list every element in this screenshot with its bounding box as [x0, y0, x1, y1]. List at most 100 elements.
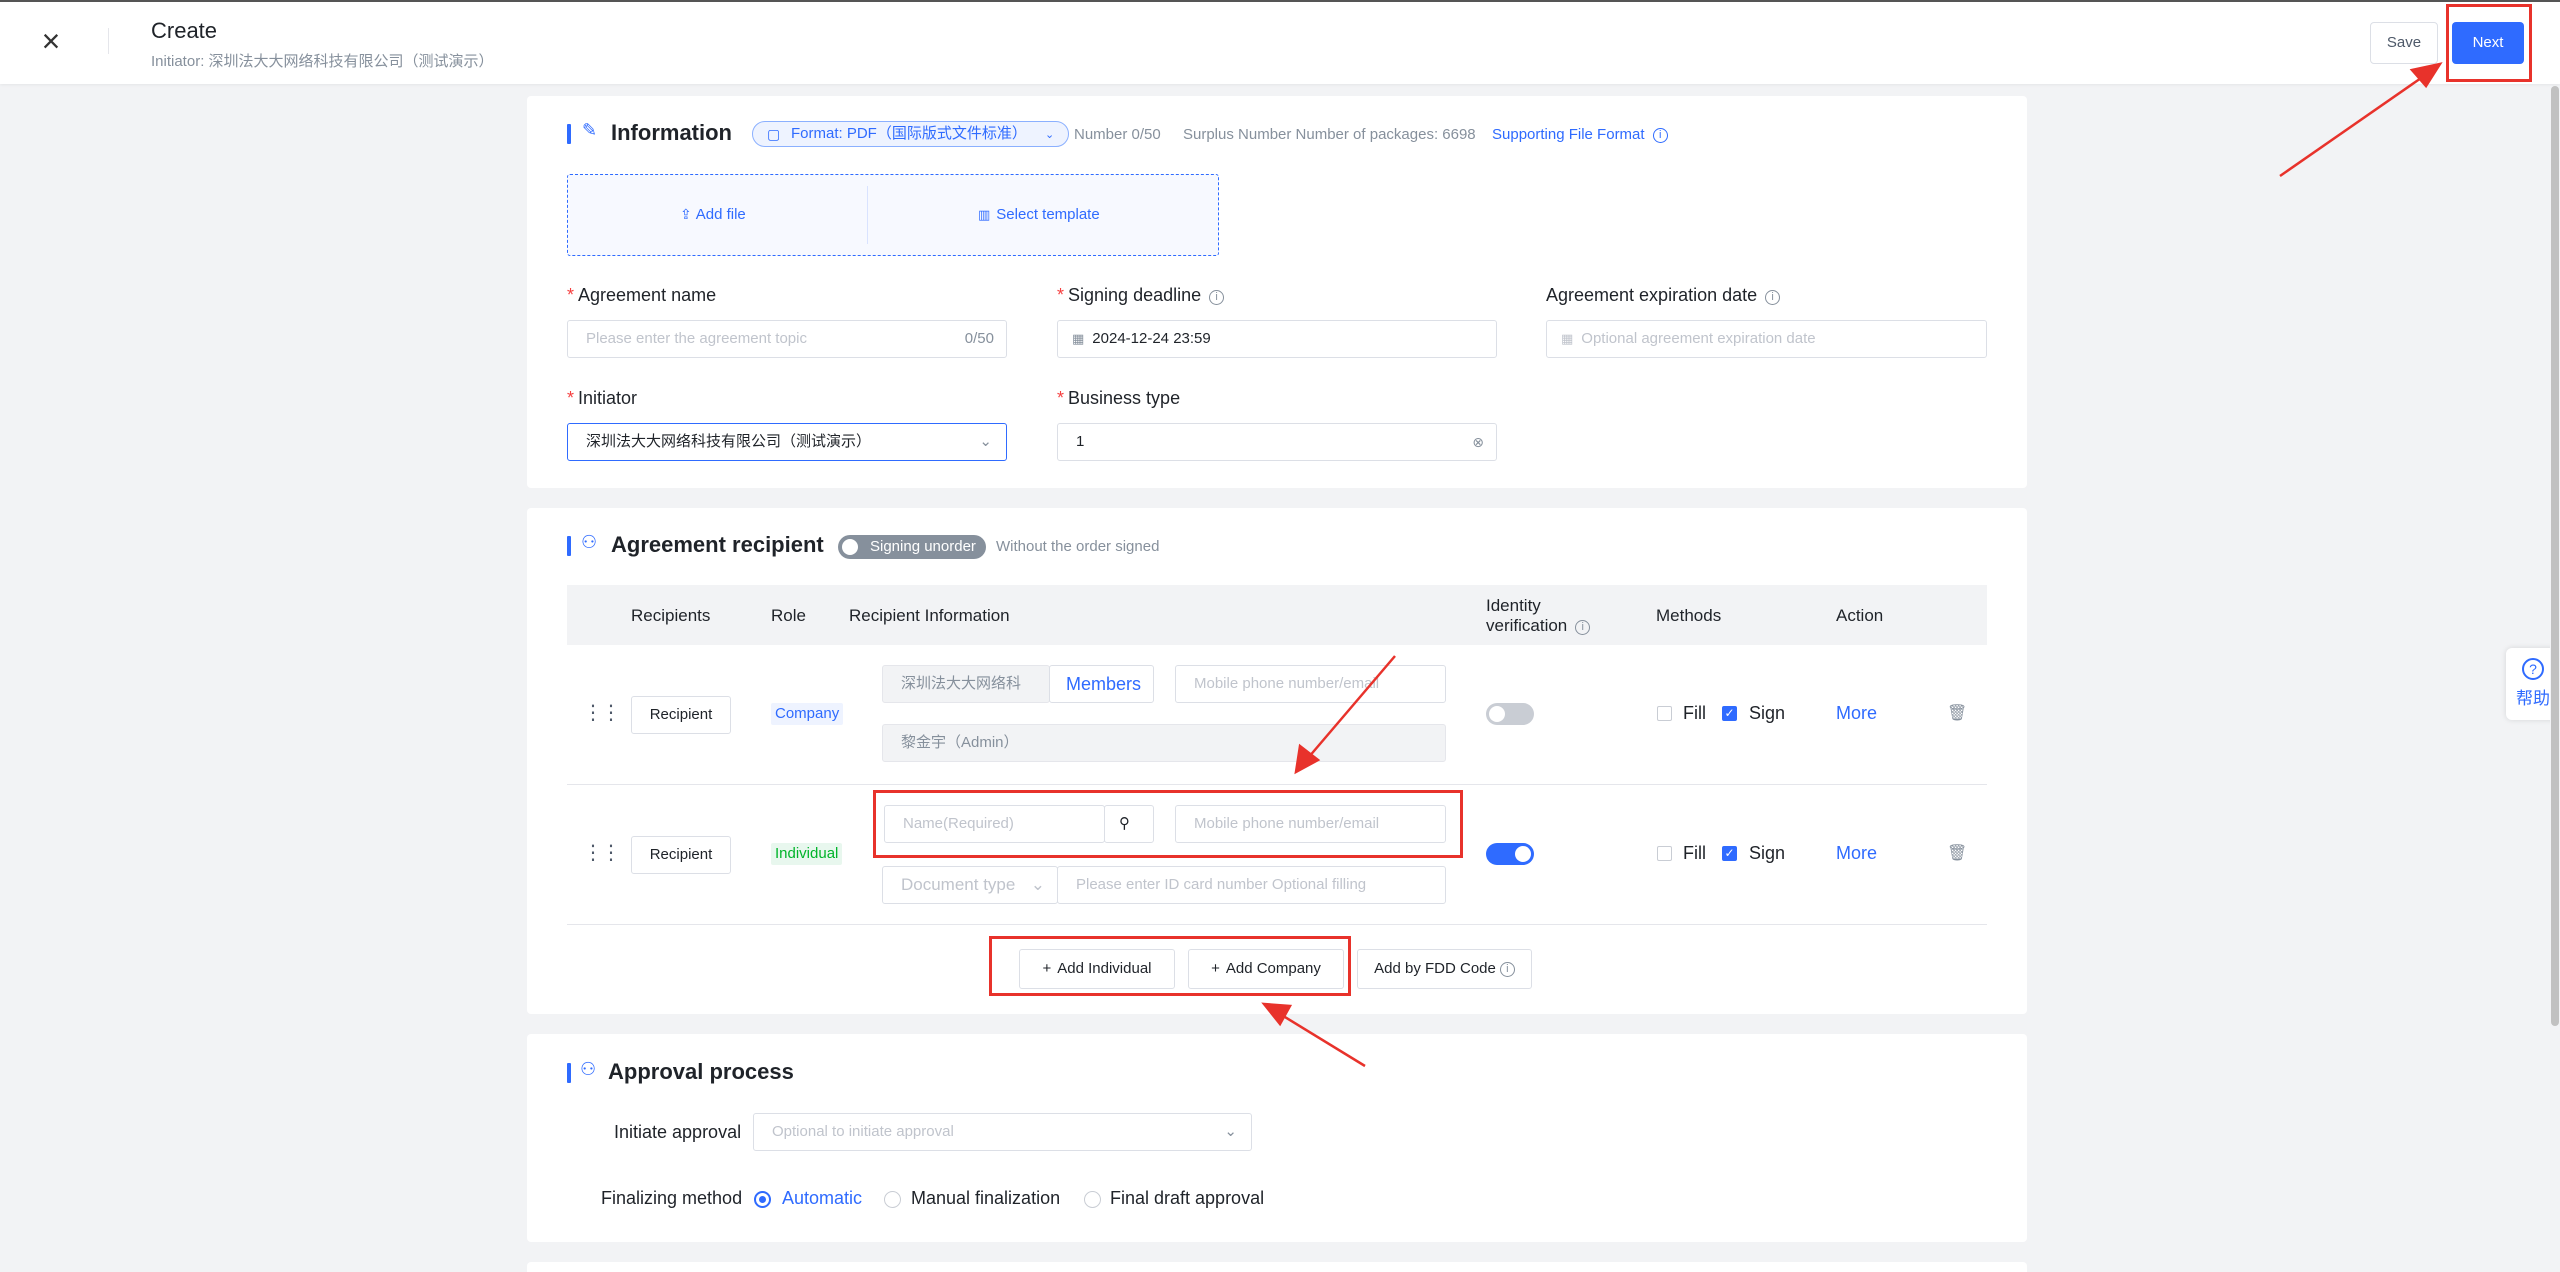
clear-icon[interactable]: ⊗	[1472, 424, 1484, 460]
agreement-name-placeholder: Please enter the agreement topic	[586, 330, 807, 347]
approval-icon: ⚇	[580, 1059, 597, 1079]
fill-label: Fill	[1683, 843, 1706, 863]
upload-area	[567, 174, 1219, 256]
close-icon[interactable]: ×	[36, 24, 66, 58]
section-marker	[567, 536, 571, 556]
drag-handle-icon[interactable]: ⋮⋮	[583, 700, 621, 725]
company-name-input[interactable]: 深圳法大大网络科	[882, 665, 1050, 703]
signing-deadline-input[interactable]: ▦ 2024-12-24 23:59	[1057, 320, 1497, 358]
drag-handle-icon[interactable]: ⋮⋮	[583, 840, 621, 865]
option-automatic: Automatic	[782, 1188, 863, 1208]
option-final-draft: Final draft approval	[1110, 1188, 1265, 1208]
sign-checkbox[interactable]: ✓	[1722, 706, 1737, 721]
upload-icon: ⇪	[680, 206, 692, 222]
supported-format-link[interactable]: Supporting File Format i	[1492, 126, 1668, 143]
recipient-button[interactable]: Recipient	[631, 696, 731, 734]
file-icon: ▢	[767, 126, 781, 142]
identity-toggle-off[interactable]	[1486, 703, 1534, 725]
template-icon: ▥	[978, 207, 991, 222]
edit-icon: ✎	[582, 120, 598, 140]
document-type-label: Document type	[901, 875, 1016, 894]
format-dropdown[interactable]: ▢ Format: PDF（国际版式文件标准） ⌄	[752, 121, 1070, 147]
col-methods: Methods	[1656, 606, 1722, 625]
save-button[interactable]: Save	[2370, 22, 2438, 64]
radio-final-draft[interactable]	[1084, 1191, 1101, 1208]
contact-input[interactable]: Mobile phone number/email	[1175, 665, 1446, 703]
radio-automatic[interactable]	[754, 1191, 771, 1208]
format-label: Format: PDF（国际版式文件标准）	[791, 125, 1027, 142]
expiration-placeholder: Optional agreement expiration date	[1581, 330, 1816, 347]
help-icon: ?	[2522, 658, 2544, 680]
fill-label: Fill	[1683, 703, 1706, 723]
file-number: Number 0/50	[1074, 126, 1161, 143]
section-marker	[567, 1063, 571, 1083]
supported-format-label: Supporting File Format	[1492, 126, 1645, 143]
approval-title: Approval process	[608, 1059, 794, 1084]
admin-input[interactable]: 黎金宇（Admin）	[882, 724, 1446, 762]
initiate-approval-select[interactable]: Optional to initiate approval ⌄	[753, 1113, 1252, 1151]
business-type-label: * Business type	[1057, 388, 1181, 408]
toggle-description: Without the order signed	[996, 538, 1160, 555]
members-button[interactable]: Members	[1049, 665, 1154, 703]
calendar-icon: ▦	[1072, 331, 1085, 346]
agreement-name-count: 0/50	[964, 330, 994, 347]
fill-checkbox[interactable]	[1657, 846, 1672, 861]
more-link[interactable]: More	[1836, 843, 1877, 864]
annotation-box-next	[2446, 4, 2532, 82]
delete-icon[interactable]: 🗑	[1947, 843, 1967, 863]
finalizing-method-label: Finalizing method	[601, 1188, 743, 1208]
next-card	[527, 1262, 2027, 1272]
chevron-down-icon: ⌄	[1224, 1123, 1237, 1140]
id-placeholder: Please enter ID card number Optional fil…	[1076, 876, 1367, 893]
signing-deadline-value: 2024-12-24 23:59	[1092, 330, 1211, 347]
calendar-icon: ▦	[1561, 331, 1574, 346]
select-template-label: Select template	[996, 206, 1100, 223]
recipient-title: Agreement recipient	[611, 532, 824, 557]
radio-manual[interactable]	[884, 1191, 901, 1208]
add-file-button[interactable]: ⇪ Add file	[680, 206, 746, 223]
contact-placeholder: Mobile phone number/email	[1194, 675, 1380, 692]
chevron-down-icon: ⌄	[979, 433, 992, 450]
business-type-input[interactable]: 1 ⊗	[1057, 423, 1497, 461]
users-icon: ⚇	[581, 532, 598, 552]
surplus-number: Surplus Number Number of packages: 6698	[1183, 126, 1476, 143]
information-title: Information	[611, 120, 732, 145]
page-subtitle: Initiator: 深圳法大大网络科技有限公司（测试演示）	[151, 53, 494, 70]
initiator-value: 深圳法大大网络科技有限公司（测试演示）	[586, 433, 872, 450]
section-marker	[567, 124, 571, 144]
signing-deadline-label: * Signing deadline i	[1057, 285, 1225, 306]
document-type-select[interactable]: Document type ⌄	[882, 866, 1058, 904]
agreement-name-input[interactable]: Please enter the agreement topic 0/50	[567, 320, 1007, 358]
initiate-approval-placeholder: Optional to initiate approval	[772, 1123, 954, 1140]
recipient-button[interactable]: Recipient	[631, 836, 731, 874]
agreement-name-label: * Agreement name	[567, 285, 717, 305]
upload-divider	[867, 186, 868, 244]
fill-checkbox[interactable]	[1657, 706, 1672, 721]
info-icon: i	[1652, 128, 1668, 143]
header-divider	[108, 28, 109, 54]
initiate-approval-label: Initiate approval	[614, 1122, 742, 1142]
col-identity-line2: verification i	[1486, 616, 1591, 636]
select-template-button[interactable]: ▥ Select template	[978, 206, 1100, 223]
add-file-label: Add file	[695, 206, 746, 223]
initiator-select[interactable]: 深圳法大大网络科技有限公司（测试演示） ⌄	[567, 423, 1007, 461]
top-bar	[0, 0, 2560, 84]
col-action: Action	[1836, 606, 1884, 625]
sign-checkbox[interactable]: ✓	[1722, 846, 1737, 861]
business-type-value: 1	[1076, 433, 1085, 450]
more-link[interactable]: More	[1836, 703, 1877, 724]
delete-icon[interactable]: 🗑	[1947, 703, 1967, 723]
id-number-input[interactable]: Please enter ID card number Optional fil…	[1057, 866, 1446, 904]
signing-order-toggle[interactable]: Signing unorder	[838, 535, 986, 559]
role-tag-individual: Individual	[771, 843, 843, 865]
annotation-box-add-buttons	[989, 936, 1351, 996]
add-fdd-code-button[interactable]: Add by FDD Code i	[1357, 949, 1532, 989]
page-title: Create	[151, 18, 218, 43]
scrollbar-thumb[interactable]	[2551, 86, 2559, 1026]
identity-toggle-on[interactable]	[1486, 843, 1534, 865]
toggle-knob	[842, 539, 858, 555]
add-fdd-label: Add by FDD Code	[1374, 960, 1496, 977]
arrow-line	[2279, 74, 2425, 178]
expiration-date-label: Agreement expiration date i	[1546, 285, 1781, 306]
expiration-date-input[interactable]: ▦ Optional agreement expiration date	[1546, 320, 1987, 358]
